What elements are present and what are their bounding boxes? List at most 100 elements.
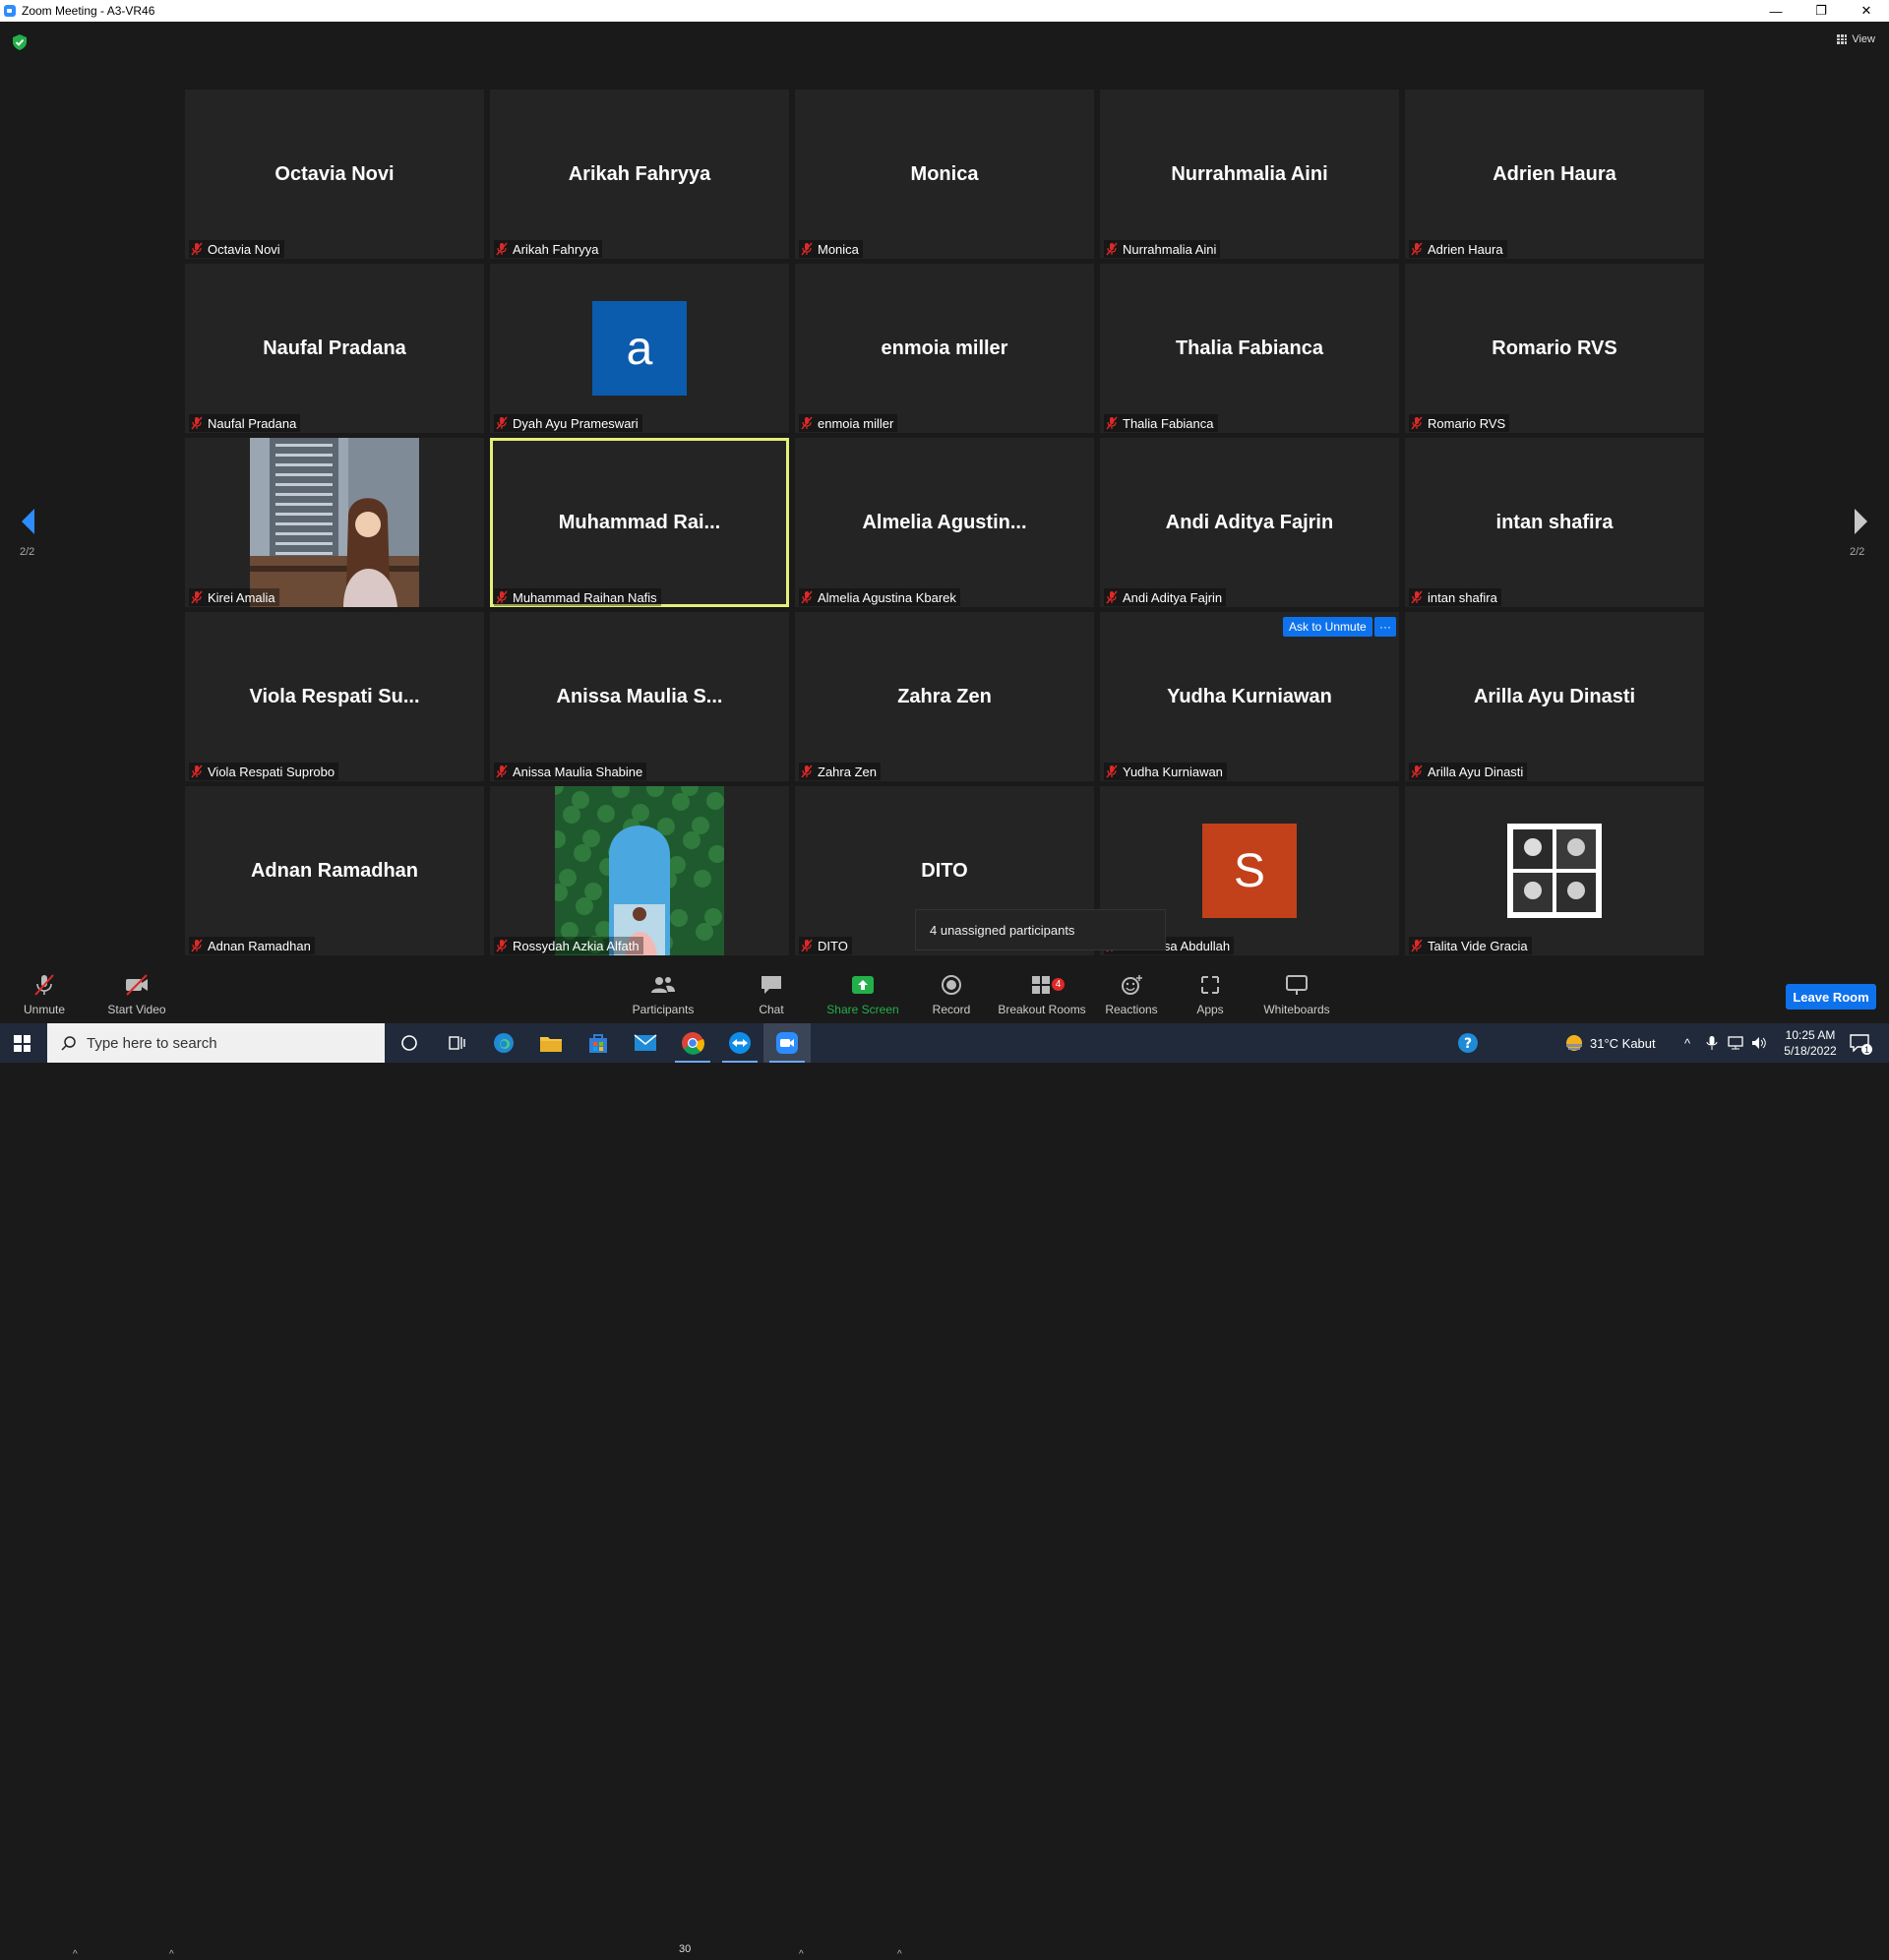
grid-icon (1837, 34, 1848, 44)
participant-tile[interactable]: Viola Respati Su... Viola Respati Suprob… (185, 612, 484, 781)
participant-tile[interactable]: intan shafira intan shafira (1405, 438, 1704, 607)
participant-tile[interactable]: Muhammad Rai... Muhammad Raihan Nafis (490, 438, 789, 607)
participant-avatar: S (1202, 824, 1297, 918)
clock-date: 5/18/2022 (1784, 1044, 1837, 1058)
muted-mic-icon (1411, 416, 1423, 430)
ask-to-unmute-button[interactable]: Ask to Unmute (1283, 617, 1372, 637)
whiteboards-label: Whiteboards (1263, 1003, 1330, 1016)
participant-tile[interactable]: Zahra Zen Zahra Zen (795, 612, 1094, 781)
muted-mic-icon (496, 242, 508, 256)
participant-label-text: Naufal Pradana (208, 415, 297, 431)
task-view-icon[interactable] (433, 1023, 480, 1063)
weather-widget[interactable]: 31°C Kabut (1564, 1023, 1656, 1063)
participant-tile[interactable]: enmoia miller enmoia miller (795, 264, 1094, 433)
audio-options-caret-icon[interactable]: ^ (73, 1949, 78, 1960)
volume-tray-icon[interactable] (1751, 1023, 1767, 1063)
participant-tile[interactable]: Naufal Pradana Naufal Pradana (185, 264, 484, 433)
whiteboards-button[interactable]: Whiteboards (1259, 964, 1334, 1023)
encryption-shield-icon[interactable] (13, 34, 27, 50)
participant-tile[interactable]: Monica Monica (795, 90, 1094, 259)
participant-tile[interactable]: Talita Vide Gracia (1405, 786, 1704, 955)
participant-tile[interactable]: Arikah Fahryya Arikah Fahryya (490, 90, 789, 259)
participant-tile[interactable]: Adnan Ramadhan Adnan Ramadhan (185, 786, 484, 955)
muted-mic-icon (496, 416, 508, 430)
participant-name-label: Arikah Fahryya (494, 240, 603, 258)
breakout-rooms-label: Breakout Rooms (998, 1003, 1086, 1016)
taskbar-clock[interactable]: 10:25 AM 5/18/2022 (1779, 1023, 1842, 1063)
leave-room-button[interactable]: Leave Room (1786, 984, 1876, 1010)
microphone-tray-icon[interactable] (1706, 1023, 1718, 1063)
help-icon[interactable]: ? (1444, 1023, 1492, 1063)
tile-more-button[interactable]: ··· (1374, 617, 1396, 637)
apps-button[interactable]: Apps (1190, 964, 1230, 1023)
reactions-button[interactable]: Reactions (1102, 964, 1161, 1023)
record-icon (942, 975, 961, 995)
participant-tile[interactable]: Octavia Novi Octavia Novi (185, 90, 484, 259)
participant-tile[interactable]: Adrien Haura Adrien Haura (1405, 90, 1704, 259)
muted-mic-icon (1411, 242, 1423, 256)
participant-label-text: Romario RVS (1428, 415, 1506, 431)
chat-options-caret-icon[interactable]: ^ (799, 1949, 804, 1960)
participant-tile[interactable]: Rossydah Azkia Alfath (490, 786, 789, 955)
zoom-taskbar-icon[interactable] (763, 1023, 811, 1063)
restore-button[interactable]: ❐ (1798, 0, 1844, 22)
muted-mic-icon (1106, 242, 1118, 256)
chrome-browser-icon[interactable] (669, 1023, 716, 1063)
participant-label-text: Andi Aditya Fajrin (1123, 589, 1223, 605)
participant-name-display: Almelia Agustin... (862, 511, 1027, 533)
next-page-arrow-icon[interactable] (1851, 507, 1870, 536)
unmute-button[interactable]: Unmute (18, 964, 71, 1023)
participant-tile[interactable]: Arilla Ayu Dinasti Arilla Ayu Dinasti (1405, 612, 1704, 781)
participant-profile-photo (555, 786, 724, 955)
svg-text:?: ? (1464, 1036, 1472, 1052)
minimize-button[interactable]: — (1753, 0, 1798, 22)
teamviewer-icon[interactable] (716, 1023, 763, 1063)
taskbar-search-box[interactable]: Type here to search (47, 1023, 385, 1063)
muted-mic-icon (191, 765, 203, 778)
participant-label-text: DITO (818, 938, 848, 953)
muted-mic-icon (801, 242, 813, 256)
participant-tile[interactable]: Romario RVS Romario RVS (1405, 264, 1704, 433)
previous-page-arrow-icon[interactable] (19, 507, 38, 536)
tray-chevron-icon[interactable]: ^ (1684, 1023, 1690, 1063)
participant-tile[interactable]: Yudha Kurniawan Yudha Kurniawan (1100, 612, 1399, 781)
participant-name-label: Andi Aditya Fajrin (1104, 588, 1227, 606)
start-video-button[interactable]: Start Video (102, 964, 171, 1023)
view-button[interactable]: View (1837, 33, 1875, 45)
chat-button[interactable]: Chat (750, 964, 793, 1023)
reactions-label: Reactions (1105, 1003, 1158, 1016)
cortana-icon[interactable] (386, 1023, 433, 1063)
file-explorer-icon[interactable] (527, 1023, 575, 1063)
participant-tile[interactable]: Almelia Agustin... Almelia Agustina Kbar… (795, 438, 1094, 607)
close-button[interactable]: ✕ (1844, 0, 1889, 22)
muted-mic-icon (496, 590, 508, 604)
edge-browser-icon[interactable] (480, 1023, 527, 1063)
participant-name-label: intan shafira (1409, 588, 1501, 606)
network-tray-icon[interactable] (1728, 1023, 1743, 1063)
windows-start-icon[interactable] (14, 1035, 30, 1052)
participant-tile[interactable]: Thalia Fabianca Thalia Fabianca (1100, 264, 1399, 433)
participant-tile[interactable]: Anissa Maulia S... Anissa Maulia Shabine (490, 612, 789, 781)
participant-tile[interactable]: Andi Aditya Fajrin Andi Aditya Fajrin (1100, 438, 1399, 607)
participant-tile[interactable]: Nurrahmalia Aini Nurrahmalia Aini (1100, 90, 1399, 259)
participant-name-label: Zahra Zen (799, 763, 881, 780)
participants-button[interactable]: Participants (628, 964, 699, 1023)
record-button[interactable]: Record (927, 964, 976, 1023)
whiteboard-icon (1286, 975, 1308, 995)
participant-name-label: Viola Respati Suprobo (189, 763, 339, 780)
video-options-caret-icon[interactable]: ^ (169, 1949, 174, 1960)
share-options-caret-icon[interactable]: ^ (897, 1949, 902, 1960)
share-screen-icon (852, 976, 874, 994)
microsoft-store-icon[interactable] (575, 1023, 622, 1063)
participant-tile[interactable]: Kirei Amalia (185, 438, 484, 607)
participant-label-text: Monica (818, 241, 859, 257)
notification-center-icon[interactable] (1850, 1023, 1869, 1063)
mail-icon[interactable] (622, 1023, 669, 1063)
participant-name-label: Naufal Pradana (189, 414, 301, 432)
participant-label-text: Anissa Maulia Shabine (513, 764, 643, 779)
participant-tile[interactable]: a Dyah Ayu Prameswari (490, 264, 789, 433)
share-screen-button[interactable]: Share Screen (824, 964, 901, 1023)
breakout-rooms-button[interactable]: Breakout Rooms (996, 964, 1088, 1023)
muted-mic-icon (1411, 590, 1423, 604)
participant-name-display: intan shafira (1495, 511, 1614, 533)
